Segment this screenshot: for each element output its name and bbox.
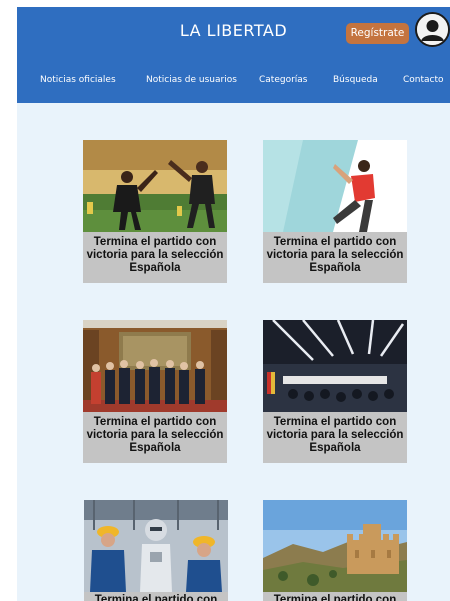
nav-item-official-news[interactable]: Noticias oficiales (40, 67, 116, 93)
robot-workers-photo (84, 500, 228, 592)
article-caption[interactable]: Termina el partido con victoria para la … (83, 232, 227, 283)
article-card[interactable]: Termina el partido con victoria para la … (263, 140, 407, 283)
user-avatar-icon[interactable] (415, 12, 450, 47)
castle-landscape-photo (263, 500, 407, 592)
article-card[interactable]: Termina el partido con (84, 500, 228, 601)
article-card[interactable]: Termina el partido con victoria para la … (263, 320, 407, 463)
article-card[interactable]: Termina el partido con (263, 500, 407, 601)
article-caption[interactable]: Termina el partido con (84, 592, 228, 601)
article-caption[interactable]: Termina el partido con victoria para la … (263, 412, 407, 463)
register-button[interactable]: Regístrate (346, 23, 409, 44)
soccer-players-photo (83, 140, 227, 232)
article-caption[interactable]: Termina el partido con victoria para la … (263, 232, 407, 283)
press-conference-photo (263, 320, 407, 412)
official-ceremony-photo (83, 320, 227, 412)
article-caption[interactable]: Termina el partido con (263, 592, 407, 601)
nav-item-user-news[interactable]: Noticias de usuarios (146, 67, 237, 93)
main-nav: Noticias oficiales Noticias de usuarios … (17, 67, 450, 93)
news-app: LA LIBERTAD Regístrate Noticias oficiale… (17, 7, 450, 601)
nav-item-contact[interactable]: Contacto (403, 67, 444, 93)
climber-photo (263, 140, 407, 232)
article-card[interactable]: Termina el partido con victoria para la … (83, 320, 227, 463)
article-caption[interactable]: Termina el partido con victoria para la … (83, 412, 227, 463)
site-header: LA LIBERTAD Regístrate Noticias oficiale… (17, 7, 450, 103)
nav-item-search[interactable]: Búsqueda (333, 67, 378, 93)
article-card[interactable]: Termina el partido con victoria para la … (83, 140, 227, 283)
nav-item-categories[interactable]: Categorías (259, 67, 308, 93)
